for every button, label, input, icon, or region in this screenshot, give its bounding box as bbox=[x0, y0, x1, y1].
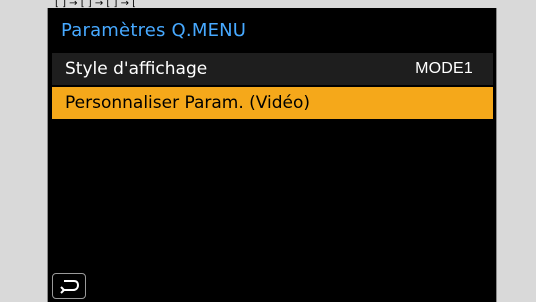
camera-menu-screen: Paramètres Q.MENU Style d'affichage MODE… bbox=[47, 8, 497, 302]
menu-item-customize-video[interactable]: Personnaliser Param. (Vidéo) bbox=[52, 87, 493, 119]
menu-item-value: MODE1 bbox=[415, 60, 473, 77]
back-button[interactable] bbox=[52, 273, 86, 299]
top-path-fragment: [ ] → [ ] → [ ] → [ bbox=[55, 0, 137, 8]
return-arrow-icon bbox=[60, 280, 80, 294]
menu-item-label: Style d'affichage bbox=[65, 59, 208, 79]
camera-menu-frame: [ ] → [ ] → [ ] → [ Paramètres Q.MENU St… bbox=[0, 0, 536, 302]
menu-item-display-style[interactable]: Style d'affichage MODE1 bbox=[52, 53, 493, 85]
menu-item-label: Personnaliser Param. (Vidéo) bbox=[65, 93, 311, 113]
page-title: Paramètres Q.MENU bbox=[61, 20, 247, 41]
